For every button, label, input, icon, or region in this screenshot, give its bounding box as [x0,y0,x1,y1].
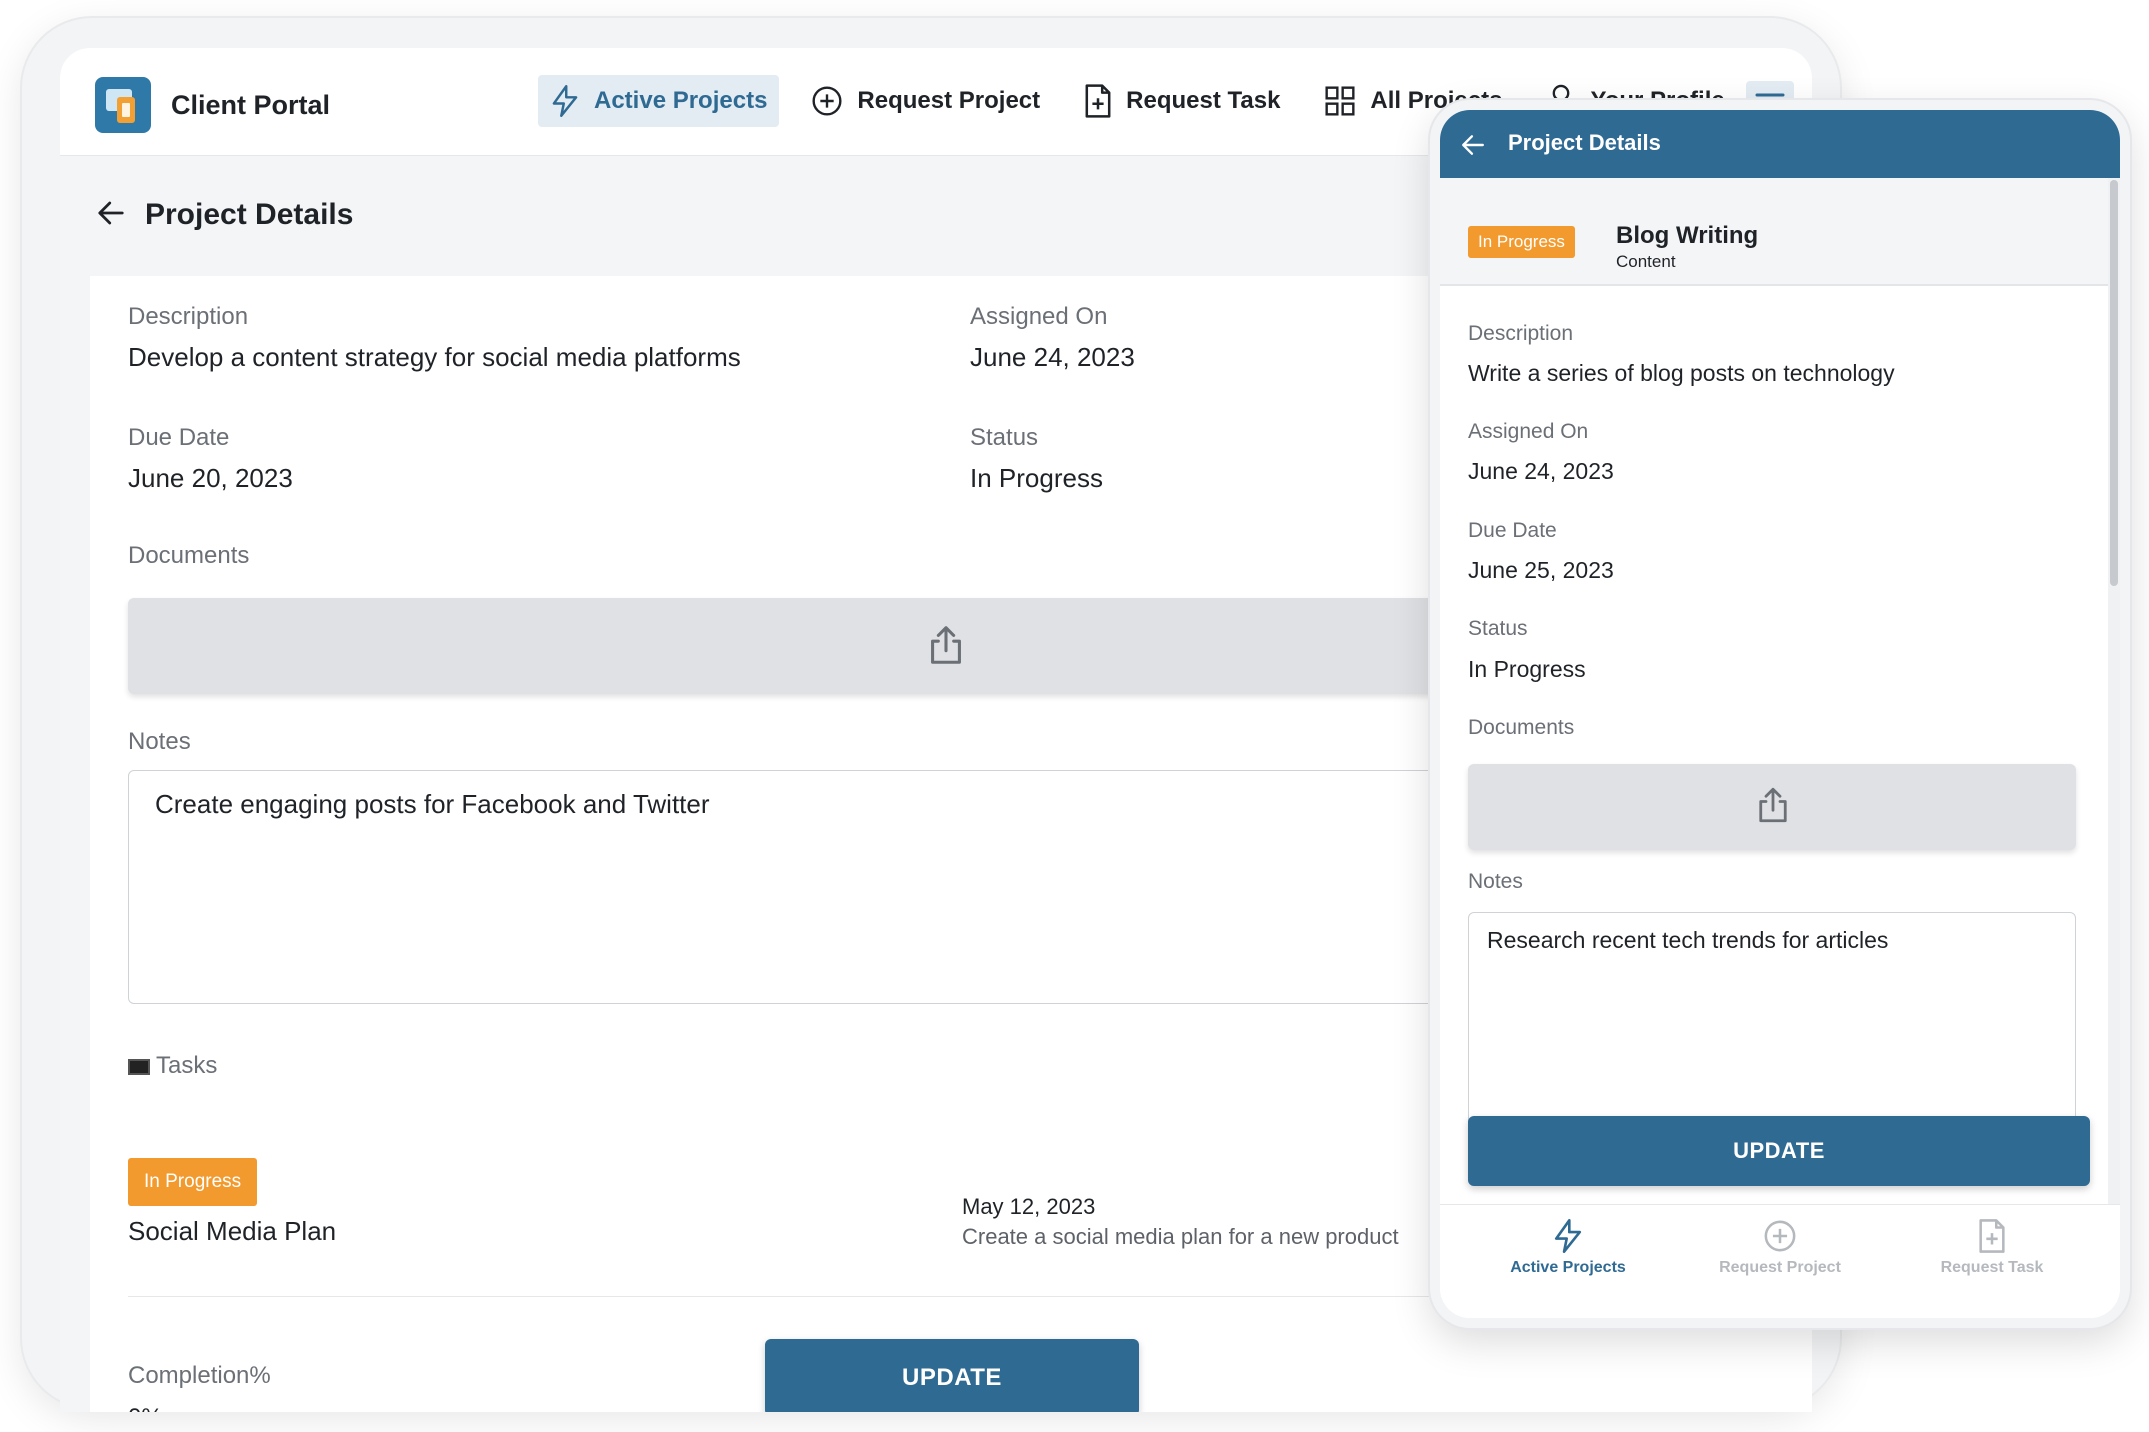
task-description: Create a social media plan for a new pro… [962,1224,1399,1249]
due-date-label: Due Date [128,424,230,451]
task-status-badge: In Progress [128,1158,258,1206]
description-value: Write a series of blog posts on technolo… [1468,360,1895,386]
mobile-header: Project Details [1440,110,2120,178]
status-value: In Progress [970,463,1103,493]
nav-label: Active Projects [594,87,768,114]
tab-request-project[interactable]: Request Project [1680,1219,1880,1277]
nav-item-request-task[interactable]: Request Task [1072,75,1292,127]
status-label: Status [1468,617,1528,640]
status-label: Status [970,424,1039,451]
tasks-heading-text: Tasks [156,1052,218,1079]
mobile-screen: Project Details In Progress Blog Writing… [1440,110,2120,1318]
brand-title: Client Portal [171,89,331,120]
back-arrow-icon[interactable] [1460,132,1486,158]
task-date: May 12, 2023 [962,1194,1096,1219]
description-label: Description [1468,322,1574,345]
file-plus-icon [1979,1219,2005,1253]
notes-text: Create engaging posts for Facebook and T… [155,789,710,819]
notes-label: Notes [1468,870,1523,893]
bolt-icon [1554,1219,1582,1253]
project-status-badge: In Progress [1468,226,1575,258]
notes-text: Research recent tech trends for articles [1487,927,1889,953]
tab-label: Active Projects [1510,1259,1626,1276]
project-category: Content [1616,252,1676,271]
brand[interactable]: Client Portal [95,77,330,133]
upload-icon [1759,787,1787,823]
notes-label: Notes [128,728,191,755]
tab-request-task[interactable]: Request Task [1892,1219,2092,1277]
due-date-value: June 20, 2023 [128,463,293,493]
plus-circle-icon [1764,1220,1796,1252]
completion-label: Completion% [128,1362,271,1389]
status-value: In Progress [1468,656,1586,682]
plus-circle-icon [812,86,842,116]
brand-logo-icon [95,77,151,133]
project-summary: In Progress Blog Writing Content [1440,178,2108,286]
assigned-on-label: Assigned On [970,303,1108,330]
tab-active-projects[interactable]: Active Projects [1468,1219,1668,1277]
tab-label: Request Task [1940,1259,2044,1276]
completion-value[interactable]: 0% [128,1404,163,1412]
phone-frame: Project Details In Progress Blog Writing… [1430,100,2130,1328]
page-title: Project Details [145,198,354,231]
scrollbar-thumb[interactable] [2110,180,2118,586]
update-button[interactable]: UPDATE [1468,1116,2090,1186]
nav-item-request-project[interactable]: Request Project [799,75,1052,127]
refresh-icon [937,1407,944,1412]
update-button[interactable]: UPDATE [765,1339,1139,1412]
upload-icon [931,626,961,664]
description-value: Develop a content strategy for social me… [128,342,741,372]
project-name: Blog Writing [1616,222,1759,249]
description-label: Description [128,303,249,330]
documents-label: Documents [1468,716,1575,739]
tasks-heading: Tasks [128,1052,217,1080]
due-date-value: June 25, 2023 [1468,557,1614,583]
nav-label: Request Project [857,87,1041,114]
monitor-icon [128,1059,150,1075]
bottom-navigation: Active Projects Request Project Request … [1440,1204,2120,1318]
bolt-icon [552,85,578,117]
task-name[interactable]: Social Media Plan [128,1216,336,1247]
grid-icon [1325,86,1355,116]
assigned-on-value: June 24, 2023 [970,342,1135,372]
documents-label: Documents [128,542,250,569]
assigned-on-value: June 24, 2023 [1468,458,1614,484]
nav-label: Request Task [1126,87,1281,114]
due-date-label: Due Date [1468,519,1557,542]
nav-item-active-projects[interactable]: Active Projects [538,75,780,127]
file-plus-icon [1085,84,1111,118]
mobile-header-title: Project Details [1508,130,1661,155]
documents-upload-area[interactable] [1468,764,2076,850]
back-arrow-icon[interactable] [96,198,126,228]
tab-label: Request Project [1719,1259,1841,1276]
assigned-on-label: Assigned On [1468,420,1589,443]
